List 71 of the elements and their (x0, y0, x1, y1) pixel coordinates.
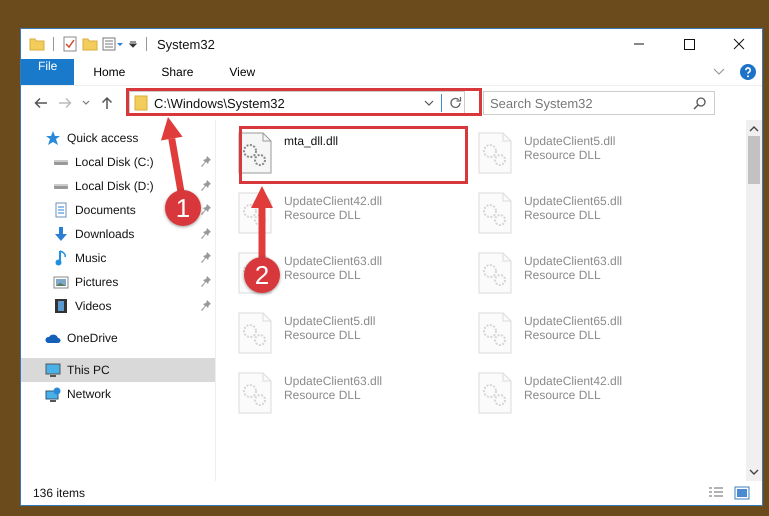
pin-icon[interactable] (201, 300, 211, 312)
back-arrow-icon[interactable] (33, 95, 49, 111)
pin-icon[interactable] (201, 276, 211, 288)
window-title: System32 (157, 36, 215, 52)
file-name: UpdateClient63.dll (524, 254, 622, 268)
scrollbar-thumb[interactable] (748, 136, 760, 184)
drive-icon (53, 158, 69, 166)
pin-icon[interactable] (201, 156, 211, 168)
film-icon (55, 298, 67, 314)
help-icon[interactable] (740, 64, 756, 80)
folder-icon[interactable] (29, 36, 45, 52)
network-icon (45, 386, 61, 402)
file-type: Resource DLL (524, 328, 602, 342)
download-arrow-icon (54, 226, 68, 242)
address-bar[interactable]: C:\Windows\System32 (129, 91, 465, 115)
search-icon (693, 96, 707, 110)
up-arrow-icon[interactable] (99, 95, 115, 111)
folder-icon[interactable] (82, 36, 98, 52)
large-icons-view-icon[interactable] (734, 486, 750, 500)
ribbon-tab[interactable]: View (212, 59, 272, 85)
search-field[interactable]: Search System32 (483, 91, 715, 115)
file-type: Resource DLL (524, 148, 602, 162)
file-menu-button[interactable]: File (21, 59, 74, 85)
file-type: Resource DLL (524, 208, 602, 222)
checklist-icon[interactable] (62, 36, 78, 52)
ribbon-tab[interactable]: Home (76, 59, 142, 85)
file-name: UpdateClient63.dll (284, 254, 382, 268)
refresh-icon[interactable] (448, 95, 464, 111)
folder-icon (134, 95, 148, 111)
file-type: Resource DLL (524, 388, 602, 402)
file-type: Resource DLL (284, 268, 362, 282)
music-note-icon (55, 250, 67, 266)
item-count: 136 items (33, 486, 86, 500)
file-type: Resource DLL (524, 268, 602, 282)
pin-icon[interactable] (201, 204, 211, 216)
file-name: UpdateClient63.dll (284, 374, 382, 388)
address-path: C:\Windows\System32 (154, 96, 285, 110)
sidebar-item[interactable]: Quick access (21, 126, 142, 150)
file-type: Resource DLL (284, 328, 362, 342)
file-name: UpdateClient65.dll (524, 194, 622, 208)
file-name: UpdateClient42.dll (284, 194, 382, 208)
properties-icon[interactable] (102, 36, 124, 52)
chevron-down-icon[interactable] (749, 469, 759, 477)
scrollbar[interactable] (746, 120, 762, 481)
file-name: UpdateClient5.dll (524, 134, 616, 148)
sidebar-item[interactable]: Videos (21, 294, 116, 318)
sidebar-item[interactable]: Documents (21, 198, 140, 222)
file-type: Resource DLL (284, 388, 362, 402)
pin-icon[interactable] (201, 228, 211, 240)
picture-icon (53, 276, 69, 288)
ribbon-tab[interactable]: Share (144, 59, 210, 85)
sidebar-item[interactable]: Music (21, 246, 110, 270)
pin-icon[interactable] (201, 252, 211, 264)
monitor-icon (45, 362, 61, 378)
chevron-up-icon[interactable] (749, 124, 759, 132)
file-type: Resource DLL (284, 208, 362, 222)
pin-icon[interactable] (201, 180, 211, 192)
star-icon (45, 130, 61, 146)
file-name: UpdateClient42.dll (524, 374, 622, 388)
sidebar-item[interactable]: Downloads (21, 222, 138, 246)
file-name: mta_dll.dll (284, 134, 338, 148)
file-name: UpdateClient65.dll (524, 314, 622, 328)
sidebar-item[interactable]: Network (21, 382, 116, 406)
sidebar-item[interactable]: Pictures (21, 270, 122, 294)
cloud-icon (45, 333, 61, 343)
sidebar-item[interactable]: Local Disk (C:) (21, 150, 158, 174)
drive-icon (53, 182, 69, 190)
sidebar-item[interactable]: Local Disk (D:) (21, 174, 158, 198)
document-icon (55, 202, 67, 218)
file-name: UpdateClient5.dll (284, 314, 376, 328)
sidebar-item[interactable]: OneDrive (21, 326, 122, 350)
